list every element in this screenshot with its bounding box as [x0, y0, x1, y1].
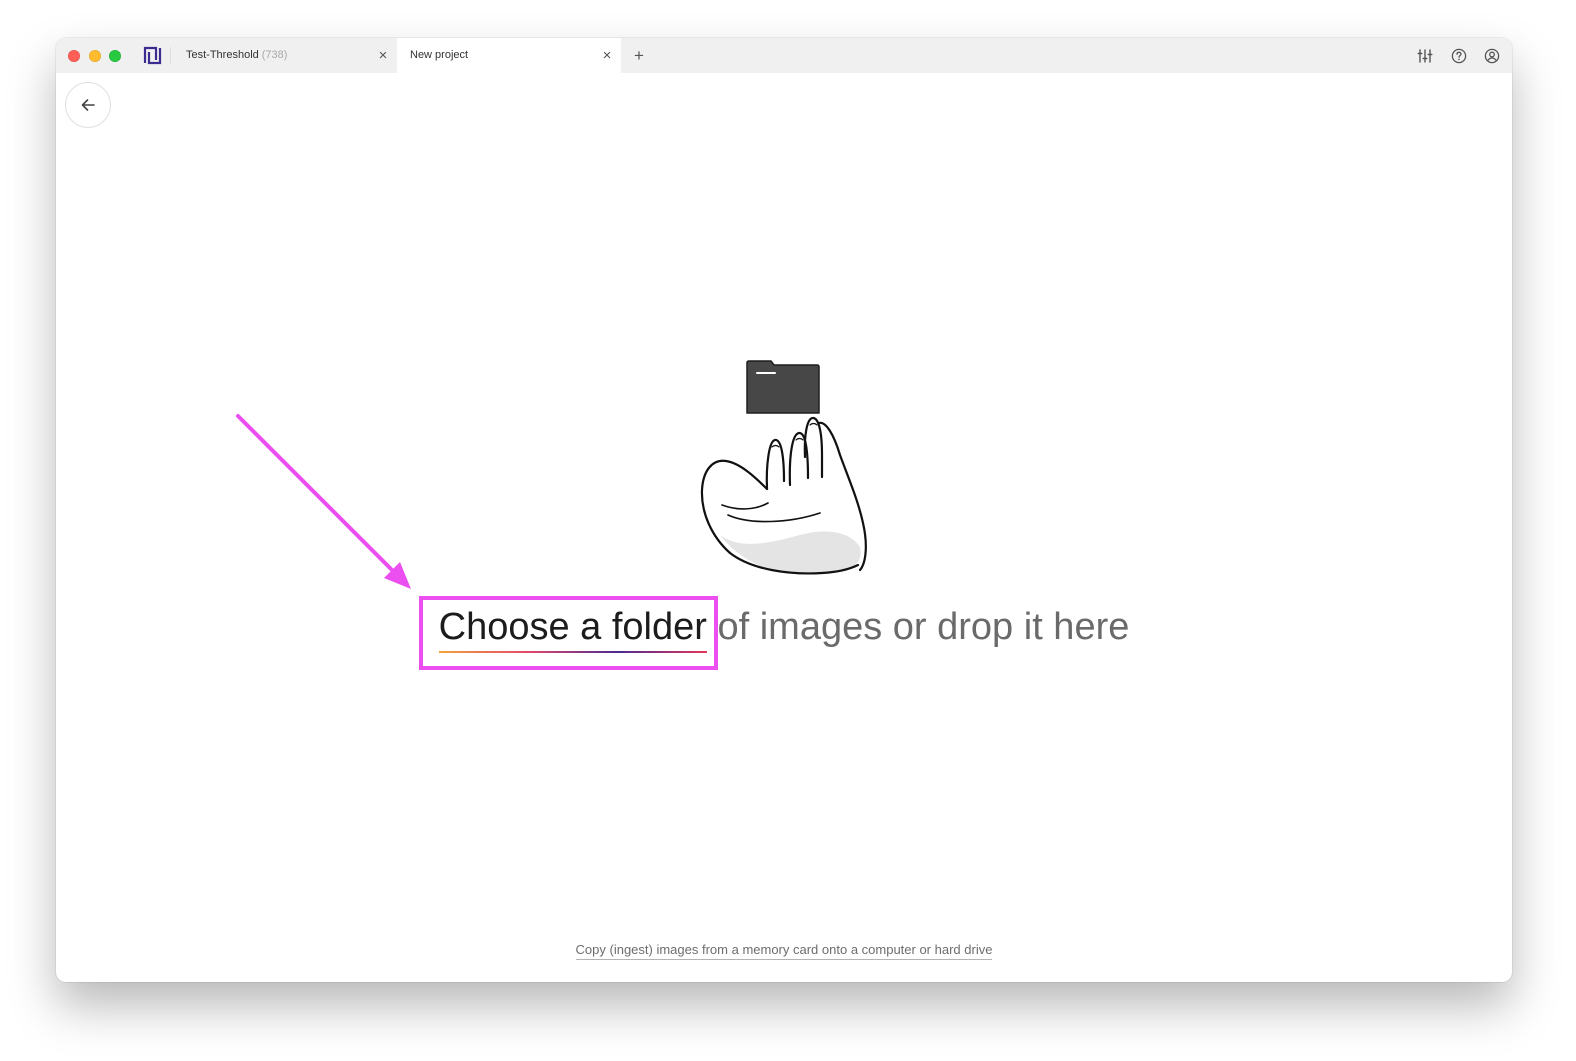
close-window-button[interactable] — [68, 50, 80, 62]
hand-holding-folder-icon — [700, 416, 867, 575]
help-icon[interactable] — [1451, 48, 1467, 64]
back-button[interactable] — [65, 82, 111, 128]
footer: Copy (ingest) images from a memory card … — [56, 941, 1512, 960]
dropzone-prompt: Choose a folder of images or drop it her… — [56, 604, 1512, 653]
new-tab-button[interactable]: + — [633, 38, 645, 73]
ingest-help-link[interactable]: Copy (ingest) images from a memory card … — [575, 942, 993, 960]
arrow-left-icon — [81, 99, 95, 111]
title-bar: Test-Threshold (738) × New project × + — [56, 38, 1512, 73]
app-window: Test-Threshold (738) × New project × + C… — [56, 38, 1512, 982]
narrative-logo-icon[interactable] — [143, 46, 162, 65]
choose-folder-label: Choose a folder — [438, 606, 707, 648]
tab-new-project[interactable]: New project × — [397, 38, 621, 73]
account-icon[interactable] — [1484, 48, 1500, 64]
tab-test-threshold[interactable]: Test-Threshold (738) × — [170, 38, 397, 73]
choose-folder-link[interactable]: Choose a folder — [438, 604, 707, 653]
minimize-window-button[interactable] — [89, 50, 101, 62]
tab-label-wrapper: Test-Threshold (738) — [186, 38, 287, 73]
tab-close-icon[interactable]: × — [377, 38, 389, 73]
tab-count: (738) — [261, 49, 288, 61]
dropzone-rest-text: of images or drop it here — [717, 606, 1130, 648]
zoom-window-button[interactable] — [109, 50, 121, 62]
hand-shading — [720, 531, 861, 575]
choose-folder-underline — [438, 651, 707, 653]
tab-label: Test-Threshold — [186, 49, 259, 61]
sliders-icon[interactable] — [1417, 48, 1433, 64]
tab-close-icon[interactable]: × — [601, 38, 613, 73]
folder-icon — [746, 360, 820, 414]
tab-label: New project — [410, 49, 469, 61]
